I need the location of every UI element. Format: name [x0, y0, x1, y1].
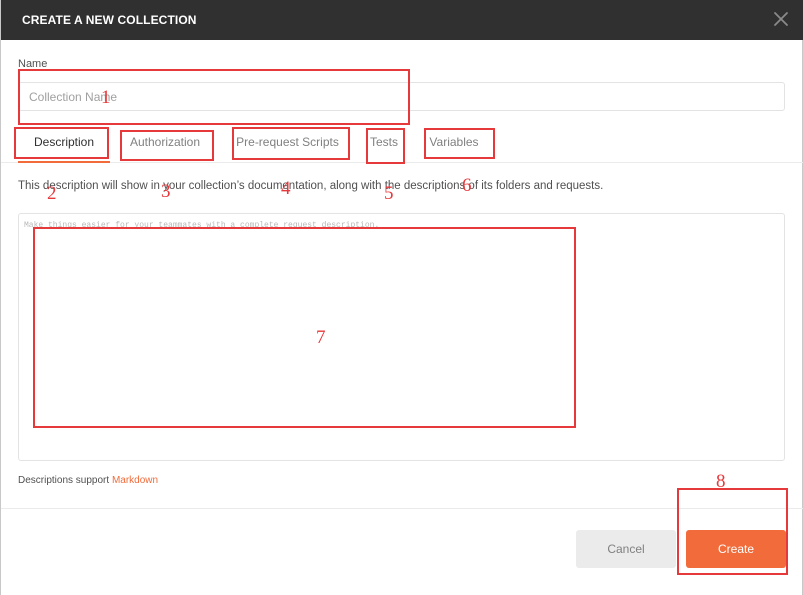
tab-bar: Description Authorization Pre-request Sc…	[1, 126, 803, 163]
name-label: Name	[18, 58, 48, 70]
cancel-button[interactable]: Cancel	[576, 530, 676, 568]
dialog-header: CREATE A NEW COLLECTION	[1, 0, 803, 40]
create-button[interactable]: Create	[686, 530, 786, 568]
create-collection-dialog: CREATE A NEW COLLECTION Name Description…	[0, 0, 803, 595]
markdown-link[interactable]: Markdown	[112, 475, 158, 486]
collection-name-input[interactable]	[18, 82, 785, 111]
tab-variables[interactable]: Variables	[421, 126, 487, 161]
description-hint: This description will show in your colle…	[18, 180, 604, 192]
tab-authorization[interactable]: Authorization	[118, 126, 212, 161]
tab-description[interactable]: Description	[18, 126, 110, 163]
tab-tests[interactable]: Tests	[362, 126, 406, 161]
markdown-note: Descriptions support Markdown	[18, 475, 158, 486]
tab-pre-request-scripts[interactable]: Pre-request Scripts	[229, 126, 346, 161]
markdown-note-text: Descriptions support	[18, 475, 110, 486]
dialog-title: CREATE A NEW COLLECTION	[22, 13, 197, 27]
footer-divider	[1, 508, 803, 509]
description-textarea[interactable]	[18, 213, 785, 461]
close-icon[interactable]	[772, 10, 790, 28]
